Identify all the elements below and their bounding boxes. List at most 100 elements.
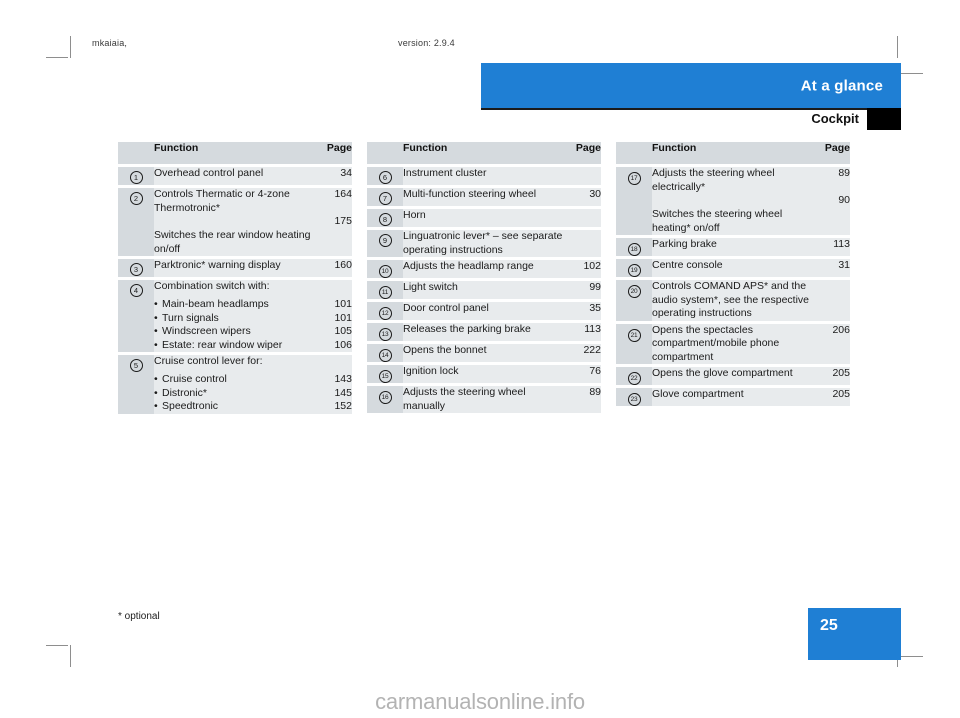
circled-number-icon: 9 bbox=[378, 234, 392, 247]
row-index-badge: 14 bbox=[367, 344, 403, 362]
row-index-spacer bbox=[616, 194, 652, 235]
page-cell: 105 bbox=[314, 325, 352, 339]
function-cell: Centre console bbox=[652, 259, 812, 277]
column-header-function: Function bbox=[652, 142, 812, 164]
page-cell: 99 bbox=[563, 281, 601, 299]
table-row[interactable]: 20 Controls COMAND APS* and the audio sys… bbox=[616, 280, 850, 321]
function-cell: Adjusts the steering wheel electrically* bbox=[652, 167, 812, 194]
page-number-box: 25 bbox=[808, 608, 901, 660]
table-row[interactable]: 17 Adjusts the steering wheel electricall… bbox=[616, 167, 850, 194]
page-cell: 164 bbox=[314, 188, 352, 215]
section-banner: At a glance bbox=[481, 63, 901, 108]
table-row[interactable]: 10 Adjusts the headlamp range 102 bbox=[367, 260, 601, 278]
function-text: Opens the spectacles compartment/mobile … bbox=[652, 323, 780, 363]
function-table-column-1: Function Page 1 Overhead control panel 34 2 Co… bbox=[118, 142, 352, 414]
function-cell: Switches the rear window heating on/off bbox=[154, 215, 314, 256]
page-cell: 152 bbox=[314, 400, 352, 414]
function-cell: Windscreen wipers bbox=[154, 325, 314, 339]
table-row[interactable]: Main-beam headlamps101 bbox=[118, 298, 352, 312]
table-row[interactable]: 4 Combination switch with: bbox=[118, 280, 352, 298]
table-row[interactable]: Distronic*145 bbox=[118, 386, 352, 401]
page-cell: 89 bbox=[812, 167, 850, 194]
table-row[interactable]: 23 Glove compartment 205 bbox=[616, 388, 850, 406]
circled-number-icon: 22 bbox=[627, 372, 641, 385]
table-row[interactable]: Windscreen wipers105 bbox=[118, 325, 352, 339]
circled-number-icon: 16 bbox=[378, 391, 392, 404]
table-row[interactable]: 15 Ignition lock 76 bbox=[367, 365, 601, 383]
table-row[interactable]: 9 Linguatronic lever* – see separate oper… bbox=[367, 230, 601, 257]
page-cell bbox=[314, 280, 352, 298]
function-text: Light switch bbox=[403, 281, 458, 293]
page-cell: 101 bbox=[314, 311, 352, 325]
table-row[interactable]: 13 Releases the parking brake 113 bbox=[367, 323, 601, 341]
function-text: Parktronic* warning display bbox=[154, 259, 281, 271]
row-index-badge: 7 bbox=[367, 188, 403, 206]
circled-number-icon: 17 bbox=[627, 172, 641, 185]
circled-number-icon: 1 bbox=[129, 171, 143, 184]
function-text: Linguatronic lever* – see separate opera… bbox=[403, 230, 563, 256]
function-cell: Estate: rear window wiper bbox=[154, 338, 314, 352]
table-row[interactable]: 7 Multi-function steering wheel 30 bbox=[367, 188, 601, 206]
function-table-column-3: Function Page 17 Adjusts the steering wheel… bbox=[616, 142, 850, 414]
row-index-badge: 5 bbox=[118, 355, 154, 373]
table-row[interactable]: 22 Opens the glove compartment 205 bbox=[616, 367, 850, 385]
function-cell: Overhead control panel bbox=[154, 167, 314, 185]
function-cell: Linguatronic lever* – see separate opera… bbox=[403, 230, 563, 257]
function-text: Controls Thermatic or 4-zone Thermotroni… bbox=[154, 188, 290, 214]
circled-number-icon: 6 bbox=[378, 171, 392, 184]
table-row[interactable]: 11 Light switch 99 bbox=[367, 281, 601, 299]
page-cell: 101 bbox=[314, 298, 352, 312]
table-row[interactable]: 21 Opens the spectacles compartment/mobil… bbox=[616, 323, 850, 364]
row-index-badge: 19 bbox=[616, 259, 652, 277]
table-row[interactable]: Switches the rear window heating on/off 1… bbox=[118, 215, 352, 256]
function-text: Windscreen wipers bbox=[154, 325, 314, 339]
circled-number-icon: 14 bbox=[378, 349, 392, 362]
function-text: Distronic* bbox=[154, 387, 314, 401]
table-row[interactable]: 1 Overhead control panel 34 bbox=[118, 167, 352, 185]
circled-number-icon: 13 bbox=[378, 328, 392, 341]
function-cell: Cruise control bbox=[154, 373, 314, 387]
page-cell: 89 bbox=[563, 386, 601, 413]
function-tables: Function Page 1 Overhead control panel 34 2 Co… bbox=[118, 142, 852, 414]
table-row[interactable]: Cruise control143 bbox=[118, 373, 352, 387]
page-cell: 222 bbox=[563, 344, 601, 362]
table-row[interactable]: 6 Instrument cluster bbox=[367, 167, 601, 185]
page-cell: 113 bbox=[563, 323, 601, 341]
function-cell: Controls Thermatic or 4-zone Thermotroni… bbox=[154, 188, 314, 215]
row-index-spacer bbox=[118, 215, 154, 256]
circled-number-icon: 10 bbox=[378, 265, 392, 278]
section-tab-swatch bbox=[867, 108, 901, 130]
table-row[interactable]: 14 Opens the bonnet 222 bbox=[367, 344, 601, 362]
circled-number-icon: 8 bbox=[378, 213, 392, 226]
table-row[interactable]: Switches the steering wheel heating* on/… bbox=[616, 194, 850, 235]
table-row[interactable]: 19 Centre console 31 bbox=[616, 259, 850, 277]
function-cell: Adjusts the steering wheel manually bbox=[403, 386, 563, 413]
running-head-right: version: 2.9.4 bbox=[398, 38, 455, 48]
function-text: Parking brake bbox=[652, 238, 717, 250]
row-index-badge: 4 bbox=[118, 280, 154, 298]
table-row[interactable]: 2 Controls Thermatic or 4-zone Thermotron… bbox=[118, 188, 352, 215]
table-row[interactable]: 8 Horn bbox=[367, 209, 601, 227]
function-text: Multi-function steering wheel bbox=[403, 188, 537, 200]
table-row[interactable]: 18 Parking brake 113 bbox=[616, 238, 850, 256]
table-row[interactable]: 3 Parktronic* warning display 160 bbox=[118, 259, 352, 277]
row-index-spacer bbox=[118, 386, 154, 400]
circled-number-icon: 15 bbox=[378, 370, 392, 383]
row-index-badge: 17 bbox=[616, 167, 652, 194]
table-row[interactable]: 16 Adjusts the steering wheel manually 89 bbox=[367, 386, 601, 413]
table-row[interactable]: Turn signals101 bbox=[118, 311, 352, 325]
circled-number-icon: 3 bbox=[129, 263, 143, 276]
function-text: Switches the steering wheel heating* on/… bbox=[652, 208, 783, 234]
function-cell: Turn signals bbox=[154, 311, 314, 325]
row-index-badge: 8 bbox=[367, 209, 403, 227]
function-text: Instrument cluster bbox=[403, 167, 487, 179]
table-row[interactable]: 12 Door control panel 35 bbox=[367, 302, 601, 320]
page-cell bbox=[812, 280, 850, 321]
table-row[interactable]: Estate: rear window wiper106 bbox=[118, 338, 352, 352]
table-row[interactable]: Speedtronic152 bbox=[118, 400, 352, 414]
row-index-badge: 9 bbox=[367, 230, 403, 257]
table-row[interactable]: 5 Cruise control lever for: bbox=[118, 355, 352, 373]
function-text: Overhead control panel bbox=[154, 167, 264, 179]
row-index-badge: 16 bbox=[367, 386, 403, 413]
function-text: Main-beam headlamps bbox=[154, 298, 314, 312]
